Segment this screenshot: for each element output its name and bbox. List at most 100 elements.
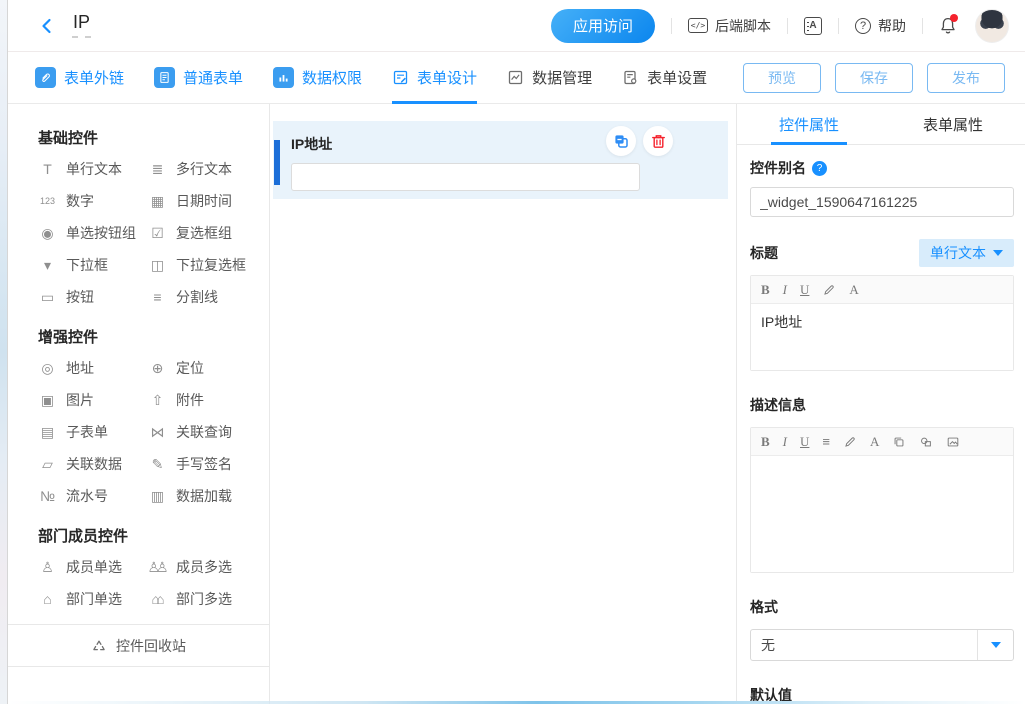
bold-icon[interactable]: B <box>761 435 770 448</box>
insert-image-icon[interactable] <box>946 435 960 449</box>
palette-item-number[interactable]: 123数字 <box>38 185 148 217</box>
palette-item-datetime[interactable]: ▦日期时间 <box>148 185 269 217</box>
preview-button[interactable]: 预览 <box>743 63 821 93</box>
back-button[interactable] <box>38 17 56 35</box>
palette-item-member-multi[interactable]: ♙♙成员多选 <box>148 551 269 583</box>
palette-grid: T单行文本≣多行文本123数字▦日期时间◉单选按钮组☑复选框组▾下拉框◫下拉复选… <box>38 153 269 313</box>
contacts-button[interactable]: A <box>804 17 822 35</box>
palette-item-attachment[interactable]: ⇧ 附件 <box>148 384 269 416</box>
description-editor-content[interactable] <box>751 456 1013 572</box>
divider-icon: ≡ <box>148 290 167 304</box>
palette-item-button[interactable]: ▭按钮 <box>38 281 148 313</box>
palette-item-serial-number[interactable]: №流水号 <box>38 480 148 512</box>
duplicate-field-button[interactable] <box>606 126 636 156</box>
properties-tab-widget-props[interactable]: 控件属性 <box>737 104 881 144</box>
palette-item-signature[interactable]: ✎手写签名 <box>148 448 269 480</box>
notifications-button[interactable] <box>939 16 957 36</box>
number-icon: 123 <box>38 197 57 206</box>
widget-recycle-bin-button[interactable]: 控件回收站 <box>8 624 269 667</box>
palette-section: 基础控件T单行文本≣多行文本123数字▦日期时间◉单选按钮组☑复选框组▾下拉框◫… <box>8 127 269 313</box>
palette-item-dept-multi[interactable]: ⌂⌂部门多选 <box>148 583 269 615</box>
app-access-button[interactable]: 应用访问 <box>551 9 655 43</box>
format-select-arrow[interactable] <box>977 630 1013 660</box>
palette-item-data-load[interactable]: ▥数据加载 <box>148 480 269 512</box>
palette-item-divider[interactable]: ≡分割线 <box>148 281 269 313</box>
palette-item-dept-single[interactable]: ⌂部门单选 <box>38 583 148 615</box>
field-input[interactable] <box>291 163 640 191</box>
dept-icon: ⌂ <box>38 592 57 606</box>
palette-item-multi-line-text[interactable]: ≣多行文本 <box>148 153 269 185</box>
bold-icon[interactable]: B <box>761 283 770 296</box>
tab-form-settings[interactable]: 表单设置 <box>622 52 707 103</box>
title-editor-toolbar: BIU A <box>751 276 1013 304</box>
palette-item-label: 复选框组 <box>176 223 232 243</box>
font-color-icon[interactable]: A <box>849 283 858 296</box>
palette-item-label: 成员单选 <box>66 557 122 577</box>
align-icon[interactable]: ≡ <box>822 435 830 448</box>
italic-icon[interactable]: I <box>783 283 787 296</box>
underline-icon[interactable]: U <box>800 435 809 448</box>
palette-item-radio-group[interactable]: ◉单选按钮组 <box>38 217 148 249</box>
properties-tab-form-props[interactable]: 表单属性 <box>881 104 1025 144</box>
tab-normal-form[interactable]: 普通表单 <box>154 52 243 103</box>
palette-item-location[interactable]: ⊕定位 <box>148 352 269 384</box>
palette-item-subform[interactable]: ▤子表单 <box>38 416 148 448</box>
tab-data-permission[interactable]: 数据权限 <box>273 52 362 103</box>
description-editor-toolbar: BIU ≡ A <box>751 428 1013 456</box>
multi-line-text-icon: ≣ <box>148 162 167 176</box>
palette-item-member-single[interactable]: ♙ 成员单选 <box>38 551 148 583</box>
tab-form-design[interactable]: 表单设计 <box>392 52 477 103</box>
data-manage-icon <box>507 69 524 86</box>
data-permission-icon <box>273 67 294 88</box>
tab-form-external-link[interactable]: 表单外链 <box>35 52 124 103</box>
tab-label: 数据管理 <box>532 67 592 88</box>
page-title[interactable]: IP <box>72 13 91 38</box>
upload-icon: ⇧ <box>148 393 167 407</box>
top-header: IP 应用访问 </> 后端脚本 A ? 帮助 <box>8 0 1025 52</box>
recycle-icon <box>91 638 107 654</box>
palette-item-label: 图片 <box>66 390 94 410</box>
desktop-background-strip <box>0 0 8 704</box>
recycle-bin-label: 控件回收站 <box>116 636 186 656</box>
palette-item-image[interactable]: ▣图片 <box>38 384 148 416</box>
save-button[interactable]: 保存 <box>835 63 913 93</box>
tabbar-actions: 预览保存发布 <box>743 63 1025 93</box>
palette-item-linked-query[interactable]: ⋈关联查询 <box>148 416 269 448</box>
shapes-icon[interactable] <box>919 435 933 449</box>
palette-item-label: 数据加载 <box>176 486 232 506</box>
palette-item-label: 关联查询 <box>176 422 232 442</box>
title-editor-content[interactable]: IP地址 <box>751 304 1013 370</box>
tab-label: 表单外链 <box>64 67 124 88</box>
selected-field-card[interactable]: IP地址 <box>273 121 728 199</box>
duplicate-icon <box>613 133 630 150</box>
widget-alias-input[interactable] <box>750 187 1014 217</box>
alias-help-icon[interactable]: ? <box>812 161 827 176</box>
back-chevron-icon <box>38 17 56 35</box>
tab-data-manage[interactable]: 数据管理 <box>507 52 592 103</box>
clone-icon[interactable] <box>892 435 906 449</box>
member-icon: ♙ <box>38 560 57 574</box>
palette-item-label: 下拉框 <box>66 255 108 275</box>
palette-item-address[interactable]: ◎地址 <box>38 352 148 384</box>
multi-member-icon: ♙♙ <box>148 560 167 574</box>
italic-icon[interactable]: I <box>783 435 787 448</box>
palette-item-dropdown[interactable]: ▾下拉框 <box>38 249 148 281</box>
link-pen-icon[interactable] <box>843 435 857 449</box>
help-button[interactable]: ? 帮助 <box>855 16 906 36</box>
publish-button[interactable]: 发布 <box>927 63 1005 93</box>
palette-item-single-line-text[interactable]: T单行文本 <box>38 153 148 185</box>
palette-item-linked-data[interactable]: ▱关联数据 <box>38 448 148 480</box>
link-pen-icon[interactable] <box>822 283 836 297</box>
font-color-icon[interactable]: A <box>870 435 879 448</box>
palette-item-multi-dropdown[interactable]: ◫下拉复选框 <box>148 249 269 281</box>
backend-script-button[interactable]: </> 后端脚本 <box>688 16 771 36</box>
underline-icon[interactable]: U <box>800 283 809 296</box>
delete-field-button[interactable] <box>643 126 673 156</box>
palette-item-checkbox-group[interactable]: ☑复选框组 <box>148 217 269 249</box>
form-canvas[interactable]: IP地址 <box>270 104 737 704</box>
title-label: 标题 <box>750 243 778 263</box>
title-type-dropdown[interactable]: 单行文本 <box>919 239 1014 267</box>
format-select[interactable]: 无 <box>750 629 1014 661</box>
user-avatar[interactable] <box>975 9 1009 43</box>
palette-item-label: 附件 <box>176 390 204 410</box>
